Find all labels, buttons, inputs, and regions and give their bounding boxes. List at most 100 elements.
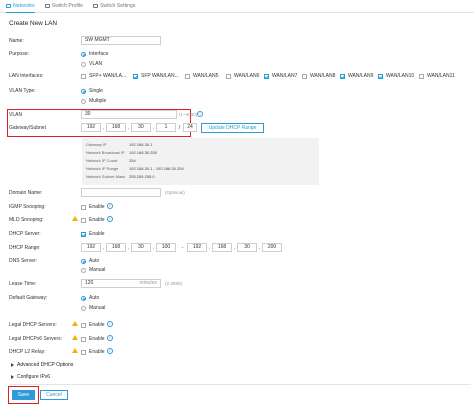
tab-switch-profile-label: Switch Profile — [51, 3, 84, 9]
iface-checkbox[interactable]: WAN/LAN10 — [378, 73, 414, 79]
info-key: Network Broadcast IP — [86, 150, 125, 155]
dns-manual-label: Manual — [89, 267, 106, 273]
gateway-octet-2[interactable]: 168 — [106, 123, 126, 132]
radio-unselected-icon — [81, 98, 86, 104]
igmp-enable-checkbox[interactable]: Enable — [81, 204, 105, 210]
warning-icon — [72, 321, 78, 326]
vlan-hint: (1~4090) — [179, 112, 198, 117]
radio-unselected-icon — [81, 305, 86, 311]
iface-label: WAN/LAN8 — [310, 73, 336, 79]
iface-checkbox[interactable]: WAN/LAN11 — [419, 73, 455, 79]
range-end-octet-1[interactable]: 192 — [187, 243, 207, 252]
default-gateway-auto-radio[interactable]: Auto — [81, 295, 99, 301]
gateway-ip-input[interactable]: 192 . 168 . 30 . 1 / 24 — [81, 123, 197, 132]
tab-switch-settings[interactable]: Switch Settings — [93, 0, 136, 13]
range-start-octet-3[interactable]: 30 — [131, 243, 151, 252]
dhcp-range-end-input[interactable]: 192 . 168 . 30 . 200 — [187, 243, 282, 252]
tab-networks[interactable]: Networks — [6, 0, 35, 13]
info-key: Network Subnet Mask — [86, 174, 126, 179]
lease-time-hint: (2-2880) — [165, 281, 183, 286]
iface-checkbox[interactable]: WAN/LAN8 — [302, 73, 335, 79]
iface-checkbox[interactable]: WAN/LAN9 — [340, 73, 373, 79]
iface-checkbox[interactable]: WAN/LAN5 — [185, 73, 218, 79]
checkbox-icon — [81, 322, 86, 328]
update-dhcp-range-button[interactable]: Update DHCP Range — [201, 123, 264, 133]
name-input[interactable]: SW MGMT — [81, 36, 161, 45]
dhcp-l2-relay-enable-label: Enable — [89, 349, 105, 355]
dhcp-l2-relay-info-icon[interactable]: i — [107, 348, 113, 354]
cancel-button[interactable]: Cancel — [40, 390, 68, 400]
save-button[interactable]: Save — [12, 390, 35, 400]
info-key: Network IP Range — [86, 166, 119, 171]
top-tabs: Networks Switch Profile Switch Settings — [0, 0, 474, 13]
page-title: Create New LAN — [9, 20, 57, 27]
gateway-octet-1[interactable]: 192 — [81, 123, 101, 132]
iface-checkbox[interactable]: WAN/LAN7 — [264, 73, 297, 79]
gateway-octet-3[interactable]: 30 — [131, 123, 151, 132]
checkbox-icon — [81, 349, 86, 355]
purpose-vlan-radio[interactable]: VLAN — [81, 61, 102, 67]
radio-unselected-icon — [81, 61, 86, 67]
configure-ipv6-toggle[interactable]: Configure IPv6 — [11, 374, 50, 380]
range-end-octet-3[interactable]: 30 — [237, 243, 257, 252]
dhcp-l2-relay-enable-checkbox[interactable]: Enable — [81, 349, 105, 355]
vlan-type-single-radio[interactable]: Single — [81, 88, 103, 94]
tab-switch-profile[interactable]: Switch Profile — [44, 0, 84, 13]
domain-name-input[interactable] — [81, 188, 161, 197]
gateway-subnet-label: Gateway/Subnet — [9, 125, 46, 131]
range-start-octet-1[interactable]: 192 — [81, 243, 101, 252]
checkbox-icon — [185, 73, 190, 79]
dhcp-l2-relay-label: DHCP L2 Relay: — [9, 349, 46, 355]
name-label: Name: — [9, 38, 24, 44]
default-gateway-manual-radio[interactable]: Manual — [81, 305, 105, 311]
dhcp-server-enable-label: Enable — [89, 231, 105, 237]
warning-icon — [72, 348, 78, 353]
checkbox-icon — [81, 73, 86, 79]
mld-enable-checkbox[interactable]: Enable — [81, 217, 105, 223]
mask-slash: / — [178, 124, 181, 131]
iface-checkbox[interactable]: WAN/LAN6 — [226, 73, 259, 79]
purpose-label: Purpose: — [9, 51, 30, 57]
domain-name-label: Domain Name: — [9, 190, 43, 196]
vlan-info-icon[interactable]: i — [197, 111, 203, 117]
legal-dhcp-enable-label: Enable — [89, 322, 105, 328]
range-start-octet-2[interactable]: 168 — [106, 243, 126, 252]
range-end-octet-2[interactable]: 168 — [212, 243, 232, 252]
dns-auto-radio[interactable]: Auto — [81, 258, 99, 264]
checkbox-icon — [302, 73, 307, 79]
vlan-type-multiple-radio[interactable]: Multiple — [81, 98, 106, 104]
radio-unselected-icon — [81, 267, 86, 273]
network-icon — [6, 3, 11, 8]
legal-dhcp-enable-checkbox[interactable]: Enable — [81, 322, 105, 328]
gateway-octet-4[interactable]: 1 — [156, 123, 176, 132]
iface-checkbox[interactable]: SFP+ WAN/LA... — [81, 73, 126, 79]
purpose-vlan-label: VLAN — [89, 61, 103, 67]
range-start-octet-4[interactable]: 100 — [156, 243, 176, 252]
range-end-octet-4[interactable]: 200 — [262, 243, 282, 252]
dhcp-server-enable-checkbox[interactable]: Enable — [81, 231, 105, 237]
dns-auto-label: Auto — [89, 258, 100, 264]
configure-ipv6-label: Configure IPv6 — [17, 374, 51, 380]
legal-dhcpv6-info-icon[interactable]: i — [107, 335, 113, 341]
iface-label: SFP WAN/LAN... — [141, 73, 179, 79]
caret-right-icon — [11, 363, 14, 367]
gateway-mask-input[interactable]: 24 — [183, 123, 197, 132]
legal-dhcpv6-label: Legal DHCPv6 Servers: — [9, 336, 63, 342]
purpose-interface-radio[interactable]: Interface — [81, 51, 108, 57]
legal-dhcp-info-icon[interactable]: i — [107, 321, 113, 327]
igmp-info-icon[interactable]: i — [107, 203, 113, 209]
dhcp-range-start-input[interactable]: 192 . 168 . 30 . 100 — [81, 243, 176, 252]
iface-checkbox[interactable]: SFP WAN/LAN... — [133, 73, 179, 79]
vlan-type-single-label: Single — [89, 88, 103, 94]
lease-time-input[interactable]: 120 minutes — [81, 279, 161, 288]
vlan-input[interactable]: 30 — [81, 110, 177, 119]
advanced-dhcp-options-toggle[interactable]: Advanced DHCP Options — [11, 362, 73, 368]
caret-right-icon — [11, 375, 14, 379]
default-gateway-manual-label: Manual — [89, 305, 106, 311]
legal-dhcpv6-enable-checkbox[interactable]: Enable — [81, 336, 105, 342]
dns-manual-radio[interactable]: Manual — [81, 267, 105, 273]
checkbox-checked-icon — [378, 73, 383, 79]
mld-info-icon[interactable]: i — [107, 216, 113, 222]
iface-label: SFP+ WAN/LA... — [89, 73, 127, 79]
lan-interfaces-label: LAN Interfaces: — [9, 73, 44, 79]
